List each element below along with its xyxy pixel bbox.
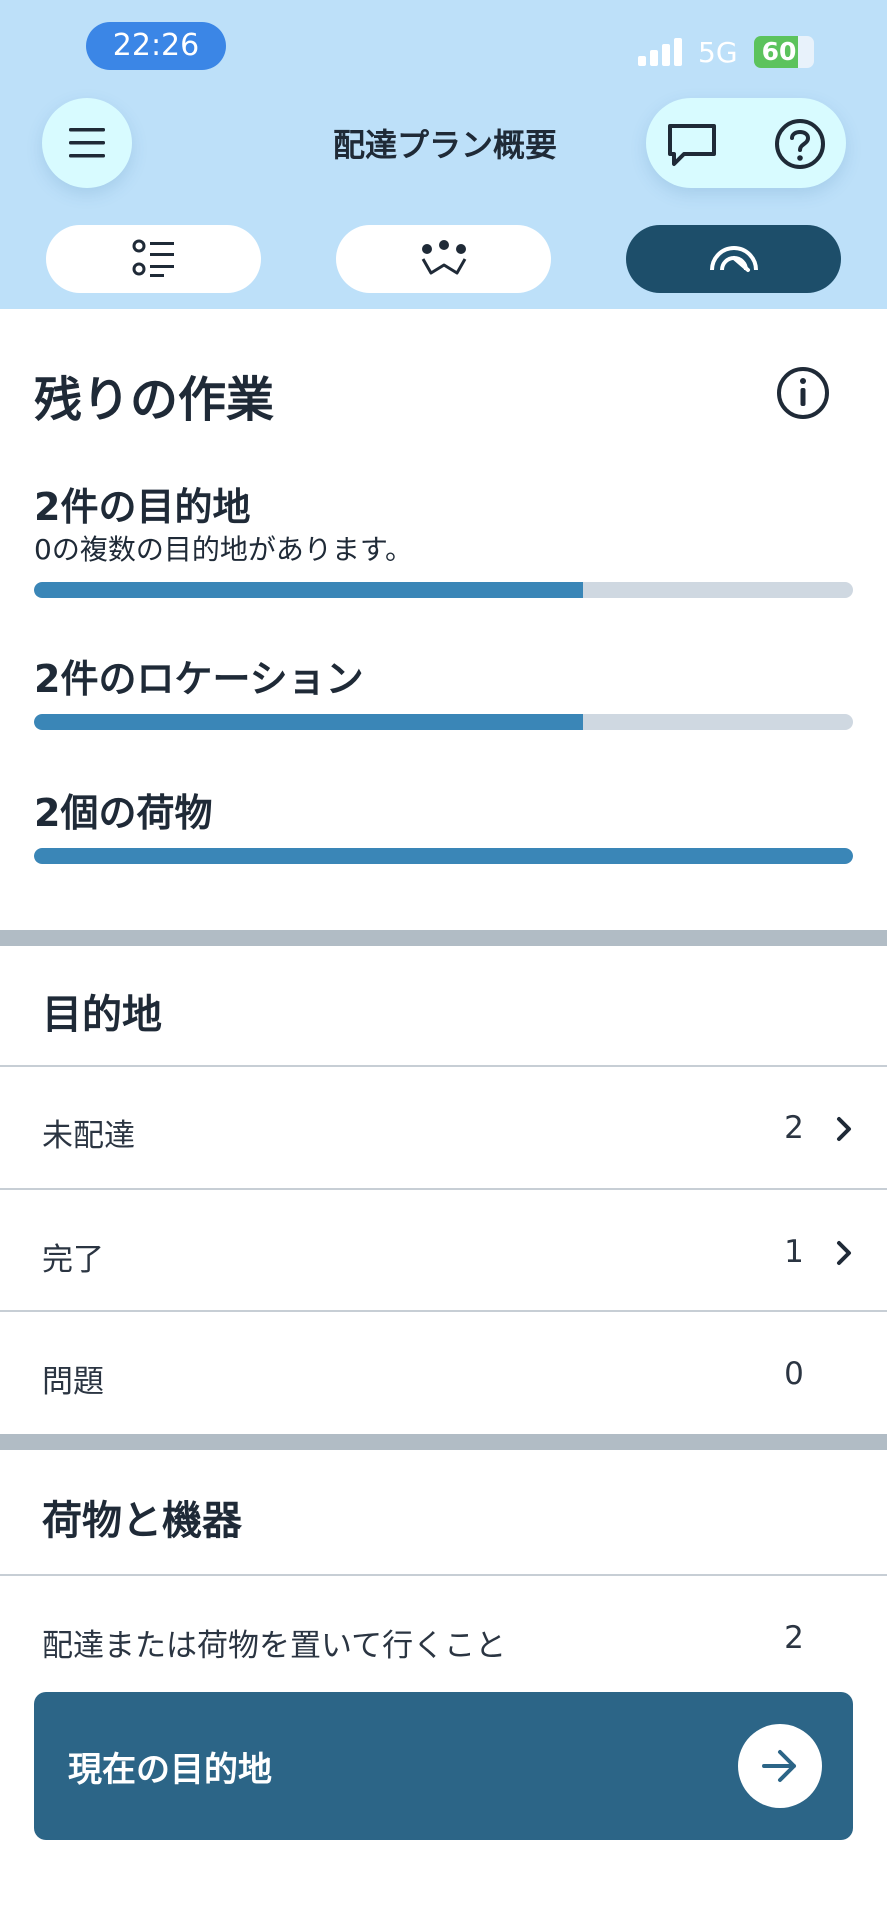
- packages-section-title: 荷物と機器: [42, 1498, 242, 1544]
- row-divider: [0, 1310, 887, 1312]
- hamburger-menu-icon: [69, 128, 105, 158]
- row-divider: [0, 1574, 887, 1576]
- arrow-right-icon: [762, 1750, 796, 1782]
- locations-progress-bar: [34, 714, 853, 730]
- cta-label: 現在の目的地: [68, 1750, 272, 1790]
- info-circle-icon: [777, 367, 829, 419]
- page-title: 配達プラン概要: [332, 126, 557, 164]
- destinations-progress-bar: [34, 582, 853, 598]
- row-count: 2: [784, 1620, 804, 1656]
- metric-locations-title: 2件のロケーション: [34, 657, 364, 701]
- route-map-icon: [421, 240, 466, 275]
- packages-progress-fill: [34, 848, 853, 864]
- locations-progress-fill: [34, 714, 583, 730]
- tab-summary[interactable]: [626, 225, 841, 293]
- section-divider: [0, 1434, 887, 1450]
- info-button[interactable]: [776, 366, 830, 420]
- battery-icon: 60: [754, 36, 816, 68]
- remaining-work-title: 残りの作業: [34, 372, 275, 428]
- battery-level: 60: [761, 37, 797, 66]
- chat-button[interactable]: [666, 118, 718, 170]
- tab-list[interactable]: [46, 225, 261, 293]
- chevron-right-icon: [837, 1117, 851, 1141]
- signal-icon: [638, 38, 686, 66]
- menu-button[interactable]: [42, 98, 132, 188]
- help-button[interactable]: [774, 118, 826, 170]
- header-actions: [646, 98, 846, 188]
- row-count: 0: [784, 1356, 804, 1392]
- view-tabs: [0, 225, 887, 293]
- destinations-section-title: 目的地: [42, 992, 162, 1038]
- metric-packages-title: 2個の荷物: [34, 791, 213, 835]
- row-count: 1: [784, 1234, 804, 1270]
- metric-destinations-subtitle: 0の複数の目的地があります。: [34, 533, 414, 566]
- cta-arrow: [738, 1724, 822, 1808]
- packages-progress-bar: [34, 848, 853, 864]
- chat-bubble-icon: [668, 124, 716, 166]
- row-divider: [0, 1065, 887, 1067]
- section-divider: [0, 930, 887, 946]
- gauge-icon: [709, 246, 758, 272]
- header-area: 22:26 5G 60 配達プラン概要: [0, 0, 887, 309]
- list-pins-icon: [132, 239, 174, 277]
- tab-map[interactable]: [336, 225, 551, 293]
- status-time: 22:26: [86, 22, 226, 70]
- chevron-right-icon: [837, 1241, 851, 1265]
- metric-destinations-title: 2件の目的地: [34, 485, 251, 529]
- destinations-progress-fill: [34, 582, 583, 598]
- row-label: 問題: [42, 1364, 104, 1400]
- row-label: 完了: [42, 1242, 104, 1278]
- network-type: 5G: [698, 36, 738, 69]
- status-bar: 22:26 5G 60: [0, 0, 887, 90]
- row-label: 未配達: [42, 1118, 135, 1154]
- question-circle-icon: [775, 119, 825, 169]
- row-divider: [0, 1188, 887, 1190]
- row-label: 配達または荷物を置いて行くこと: [42, 1628, 507, 1664]
- current-destination-button[interactable]: 現在の目的地: [34, 1692, 853, 1840]
- row-count: 2: [784, 1110, 804, 1146]
